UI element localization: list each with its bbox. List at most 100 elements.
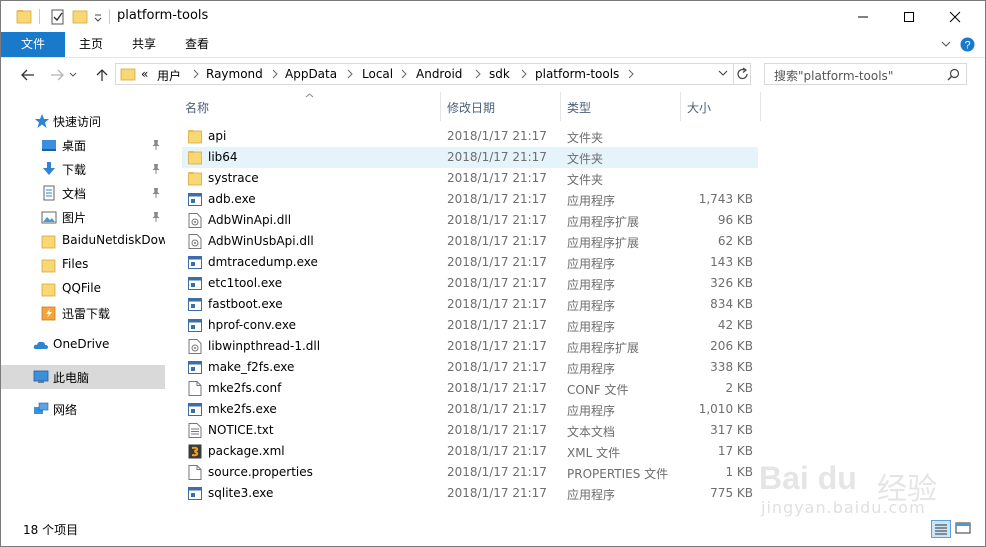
file-row[interactable]: source.properties 2018/1/17 21:17 PROPERTI…	[182, 462, 758, 483]
sidebar-item-label: Files	[62, 257, 89, 271]
sidebar-item-quick-access[interactable]: 快速访问	[1, 109, 165, 133]
chevron-down-icon[interactable]	[718, 70, 728, 78]
vertical-scrollbar[interactable]	[978, 92, 985, 512]
item-count: 18 个项目	[23, 523, 79, 537]
breadcrumb-item[interactable]: Local	[362, 67, 393, 81]
file-row[interactable]: package.xml 2018/1/17 21:17 XML 文件 17 KB	[182, 441, 758, 462]
network-icon	[34, 402, 49, 414]
file-row[interactable]: adb.exe 2018/1/17 21:17 应用程序 1,743 KB	[182, 189, 758, 210]
file-row[interactable]: etc1tool.exe 2018/1/17 21:17 应用程序 326 KB	[182, 273, 758, 294]
file-row[interactable]: systrace 2018/1/17 21:17 文件夹	[182, 168, 758, 189]
sidebar-item-baidunetdisk[interactable]: BaiduNetdiskDow	[1, 229, 165, 253]
folder-icon	[120, 68, 136, 81]
arrow-up-icon	[96, 69, 108, 81]
file-row[interactable]: libwinpthread-1.dll 2018/1/17 21:17 应用程序扩展…	[182, 336, 758, 357]
pin-icon[interactable]	[151, 187, 161, 199]
file-type: 应用程序	[567, 257, 616, 271]
back-button[interactable]	[18, 66, 38, 84]
properties-icon[interactable]	[50, 7, 66, 27]
forward-button[interactable]	[47, 66, 67, 84]
file-size: 834 KB	[710, 297, 753, 311]
search-box[interactable]: 搜索"platform-tools"	[764, 63, 967, 85]
file-row[interactable]: mke2fs.conf 2018/1/17 21:17 CONF 文件 2 KB	[182, 378, 758, 399]
maximize-button[interactable]	[886, 1, 932, 32]
refresh-icon[interactable]	[736, 67, 750, 81]
column-header-date[interactable]: 修改日期	[441, 92, 560, 121]
breadcrumb-overflow[interactable]: «	[141, 67, 148, 81]
sidebar-item-downloads[interactable]: 下载	[1, 157, 165, 181]
file-name: mke2fs.conf	[208, 381, 282, 395]
file-name: etc1tool.exe	[208, 276, 283, 290]
file-size: 62 KB	[717, 234, 753, 248]
address-bar[interactable]: « 用户 Raymond AppData Local Android sdk p…	[115, 63, 751, 85]
dll-icon	[188, 213, 202, 228]
tab-file[interactable]: 文件	[1, 32, 65, 57]
breadcrumb-current[interactable]: platform-tools	[535, 67, 619, 81]
breadcrumb-item[interactable]: sdk	[489, 67, 510, 81]
file-row[interactable]: mke2fs.exe 2018/1/17 21:17 应用程序 1,010 KB	[182, 399, 758, 420]
pin-icon[interactable]	[151, 139, 161, 151]
sidebar-item-thunder-downloads[interactable]: 迅雷下载	[1, 301, 165, 325]
breadcrumb-item[interactable]: AppData	[285, 67, 337, 81]
file-date: 2018/1/17 21:17	[447, 276, 547, 290]
pin-icon[interactable]	[151, 163, 161, 175]
sidebar-item-qqfile[interactable]: QQFile	[1, 277, 165, 301]
search-icon[interactable]	[947, 68, 960, 81]
file-row[interactable]: AdbWinApi.dll 2018/1/17 21:17 应用程序扩展 96 KB	[182, 210, 758, 231]
up-button[interactable]	[92, 66, 112, 84]
chevron-right-icon[interactable]	[627, 68, 635, 80]
chevron-right-icon[interactable]	[271, 68, 279, 80]
recent-locations-button[interactable]	[67, 66, 79, 84]
column-header-size[interactable]: 大小	[681, 92, 760, 121]
file-row[interactable]: dmtracedump.exe 2018/1/17 21:17 应用程序 143 KB	[182, 252, 758, 273]
help-icon[interactable]: ?	[960, 37, 975, 52]
chevron-down-icon[interactable]	[941, 40, 951, 48]
file-icon	[188, 381, 202, 396]
chevron-right-icon[interactable]	[346, 68, 354, 80]
minimize-button[interactable]	[840, 1, 886, 32]
file-date: 2018/1/17 21:17	[447, 423, 547, 437]
tab-share[interactable]: 共享	[120, 32, 168, 57]
customize-quick-access-icon[interactable]	[93, 7, 103, 27]
file-type: 应用程序	[567, 362, 616, 376]
file-row[interactable]: api 2018/1/17 21:17 文件夹	[182, 126, 758, 147]
file-row[interactable]: AdbWinUsbApi.dll 2018/1/17 21:17 应用程序扩展 62 …	[182, 231, 758, 252]
file-name: lib64	[208, 150, 238, 164]
search-input[interactable]: 搜索"platform-tools"	[774, 67, 893, 84]
exe-icon	[188, 277, 202, 290]
tab-view[interactable]: 查看	[173, 32, 221, 57]
close-icon	[949, 11, 961, 22]
column-header-name[interactable]: 名称	[166, 92, 440, 121]
file-row[interactable]: sqlite3.exe 2018/1/17 21:17 应用程序 775 KB	[182, 483, 758, 504]
chevron-right-icon[interactable]	[474, 68, 482, 80]
file-row[interactable]: make_f2fs.exe 2018/1/17 21:17 应用程序 338 KB	[182, 357, 758, 378]
sidebar-item-label: OneDrive	[53, 337, 110, 351]
breadcrumb-item[interactable]: Android	[416, 67, 462, 81]
breadcrumb-item[interactable]: 用户	[157, 67, 181, 84]
sidebar-item-pictures[interactable]: 图片	[1, 205, 165, 229]
file-date: 2018/1/17 21:17	[447, 129, 547, 143]
sidebar-item-network[interactable]: 网络	[1, 397, 165, 421]
chevron-right-icon[interactable]	[400, 68, 408, 80]
sidebar-item-label: 图片	[62, 211, 87, 225]
new-folder-icon[interactable]	[72, 7, 88, 27]
sidebar-item-onedrive[interactable]: OneDrive	[1, 333, 165, 357]
file-name: source.properties	[208, 465, 313, 479]
file-row[interactable]: fastboot.exe 2018/1/17 21:17 应用程序 834 KB	[182, 294, 758, 315]
sidebar-item-documents[interactable]: 文档	[1, 181, 165, 205]
large-icons-view-button[interactable]	[954, 520, 974, 538]
chevron-right-icon[interactable]	[192, 68, 200, 80]
file-row[interactable]: hprof-conv.exe 2018/1/17 21:17 应用程序 42 KB	[182, 315, 758, 336]
tab-home[interactable]: 主页	[67, 32, 115, 57]
sidebar-item-this-pc[interactable]: 此电脑	[1, 365, 165, 389]
chevron-right-icon[interactable]	[520, 68, 528, 80]
close-button[interactable]	[932, 1, 978, 32]
column-header-type[interactable]: 类型	[561, 92, 680, 121]
pin-icon[interactable]	[151, 211, 161, 223]
file-row[interactable]: lib64 2018/1/17 21:17 文件夹	[182, 147, 758, 168]
file-size: 143 KB	[710, 255, 753, 269]
sidebar-item-desktop[interactable]: 桌面	[1, 133, 165, 157]
file-row[interactable]: NOTICE.txt 2018/1/17 21:17 文本文档 317 KB	[182, 420, 758, 441]
breadcrumb-item[interactable]: Raymond	[206, 67, 263, 81]
sidebar-item-files[interactable]: Files	[1, 253, 165, 277]
